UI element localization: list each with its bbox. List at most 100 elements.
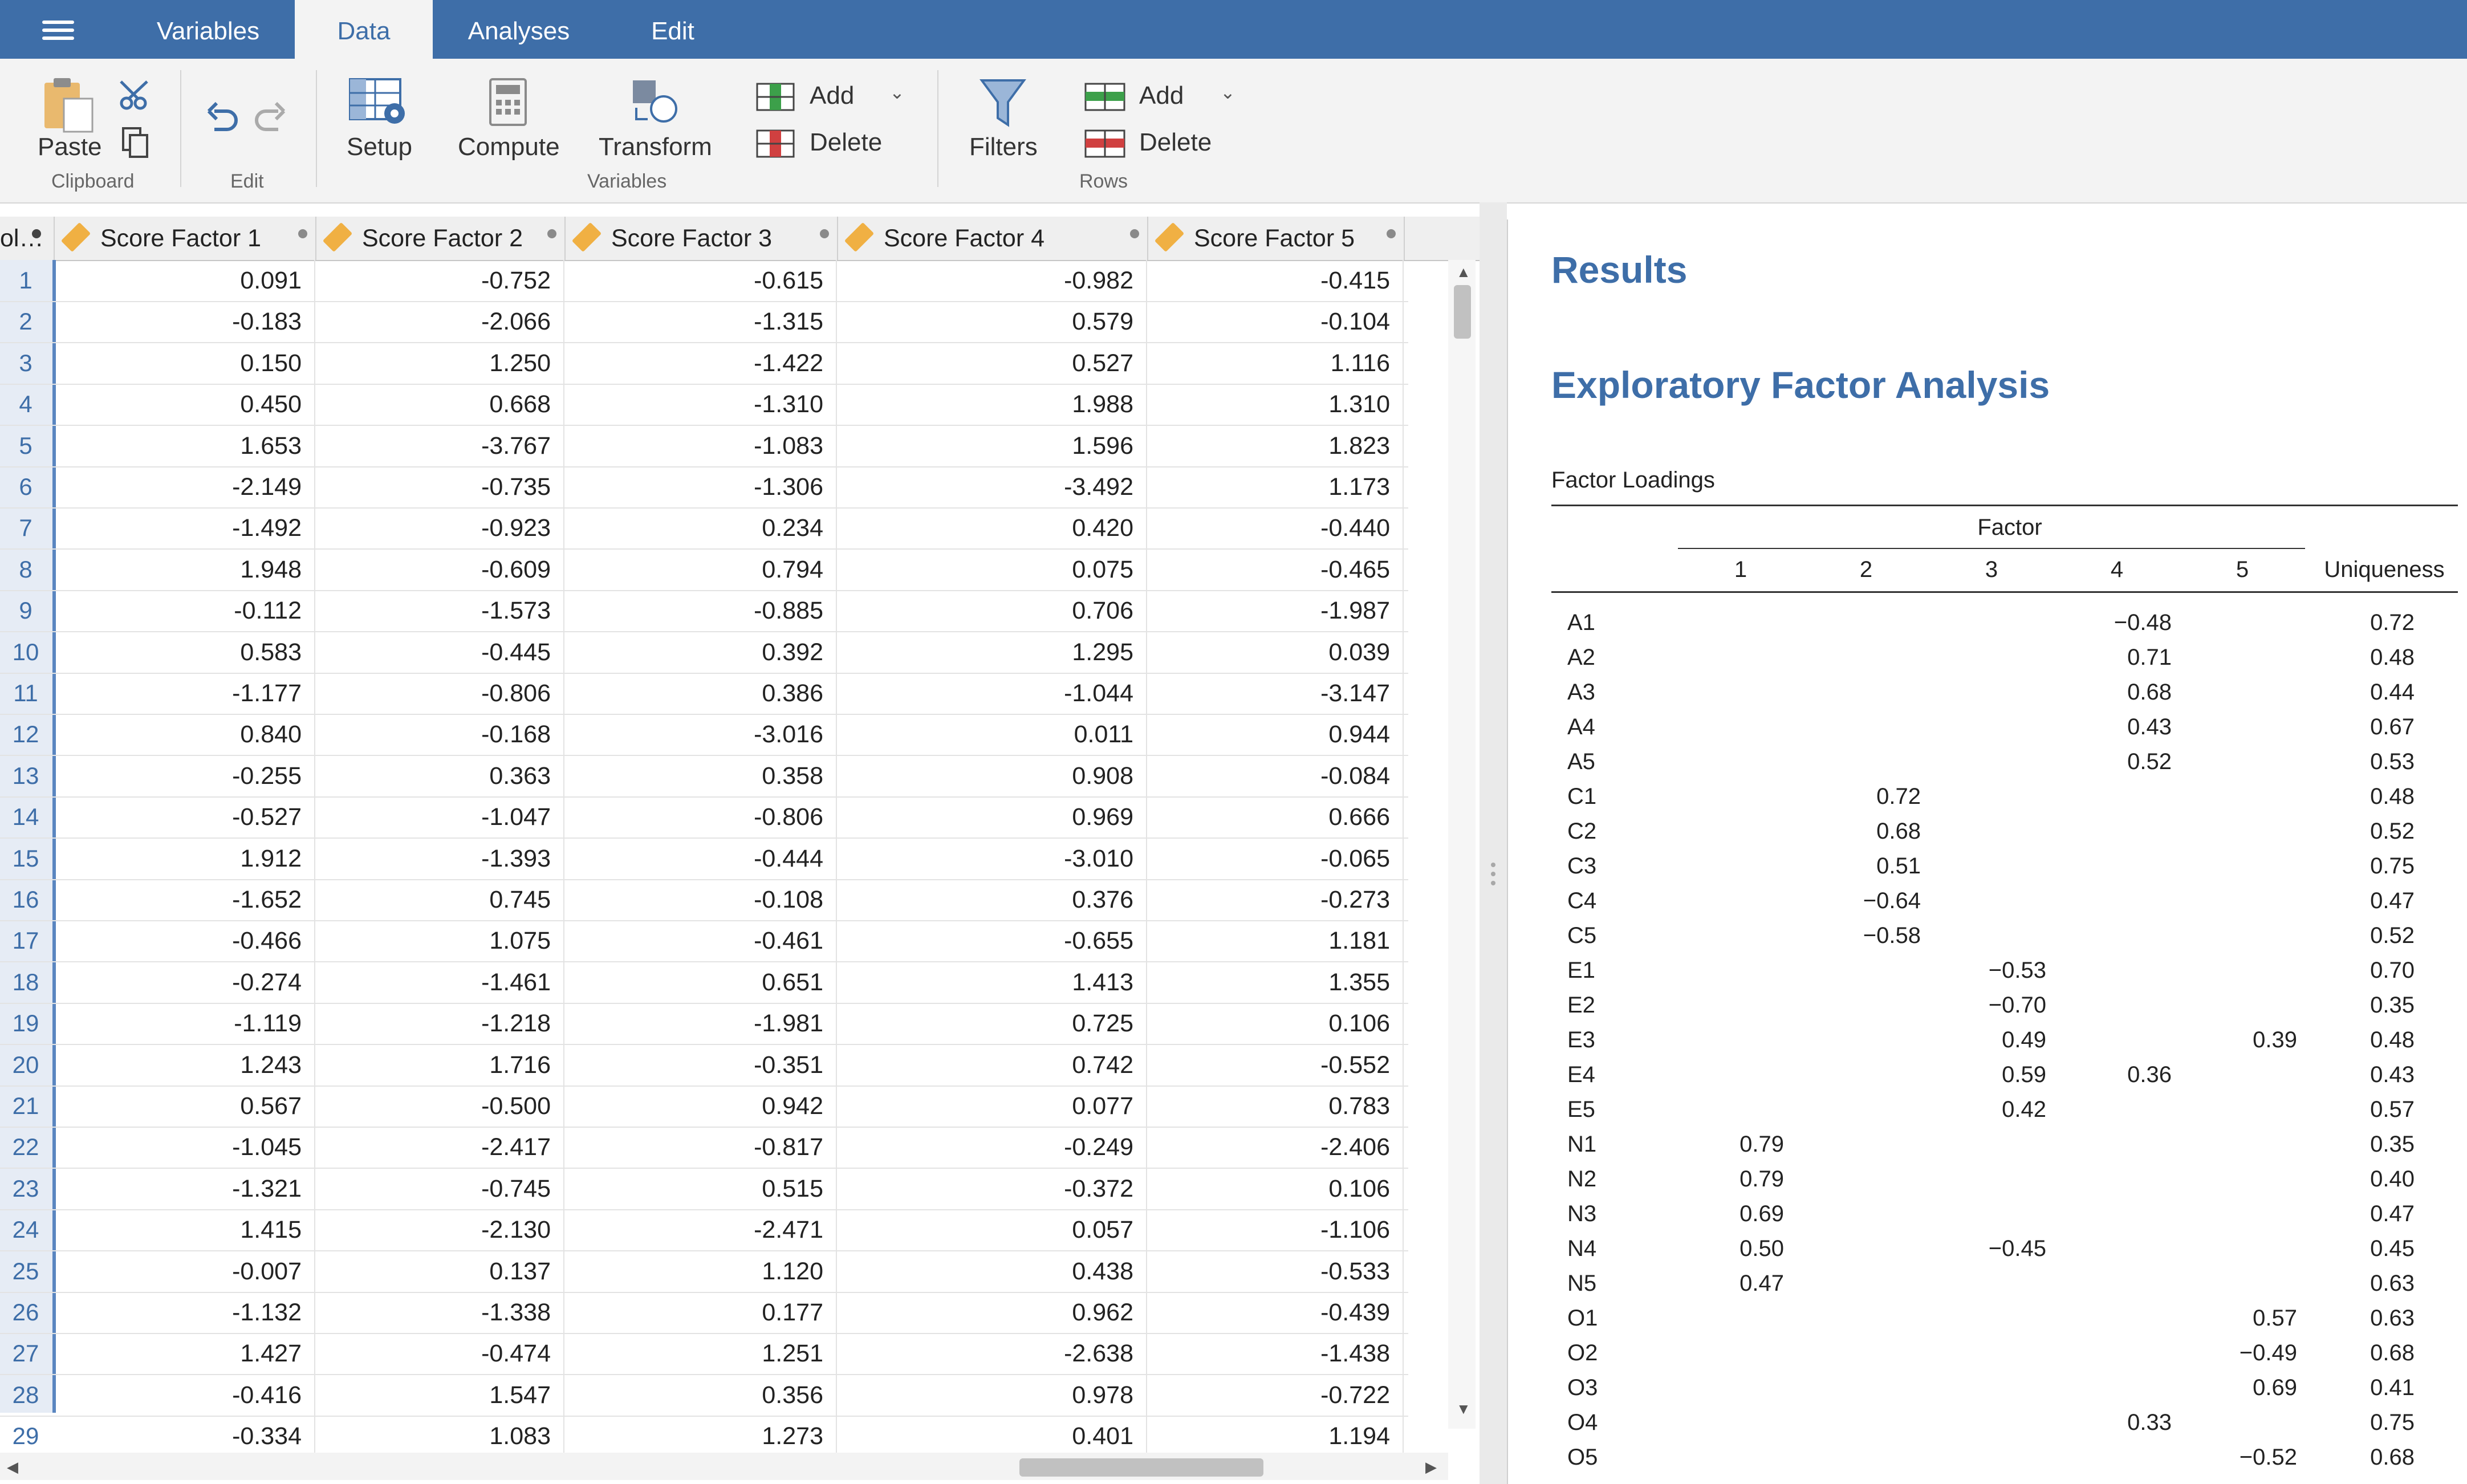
table-cell[interactable]: -1.132 xyxy=(55,1292,315,1333)
table-cell[interactable]: 1.355 xyxy=(1147,961,1404,1003)
table-cell[interactable]: -2.149 xyxy=(55,466,315,507)
table-cell[interactable]: 1.415 xyxy=(55,1209,315,1251)
table-cell[interactable]: 1.413 xyxy=(837,961,1147,1003)
table-cell[interactable]: -0.273 xyxy=(1147,879,1404,920)
table-cell[interactable]: -0.183 xyxy=(55,301,315,343)
tab-data[interactable]: Data xyxy=(295,0,433,59)
table-cell[interactable]: 0.725 xyxy=(837,1003,1147,1044)
row-number[interactable]: 14 xyxy=(0,796,51,837)
table-cell[interactable]: -0.609 xyxy=(315,548,564,590)
table-cell[interactable]: 0.401 xyxy=(837,1416,1147,1457)
table-cell[interactable]: -1.987 xyxy=(1147,590,1404,632)
row-number[interactable]: 3 xyxy=(0,343,51,384)
panel-splitter[interactable] xyxy=(1480,202,1507,1484)
table-cell[interactable]: -2.130 xyxy=(315,1209,564,1251)
table-cell[interactable]: 1.181 xyxy=(1147,920,1404,962)
column-header[interactable]: Score Factor 2 xyxy=(315,217,566,260)
scroll-right-icon[interactable]: ▶ xyxy=(1425,1458,1437,1476)
table-cell[interactable]: 0.091 xyxy=(55,260,315,301)
table-cell[interactable]: 0.794 xyxy=(564,548,837,590)
table-cell[interactable]: -0.655 xyxy=(837,920,1147,962)
add-variable-icon[interactable] xyxy=(756,83,796,115)
table-cell[interactable]: -0.722 xyxy=(1147,1374,1404,1416)
table-cell[interactable]: 0.450 xyxy=(55,384,315,425)
row-number[interactable]: 23 xyxy=(0,1168,51,1209)
table-cell[interactable]: -0.806 xyxy=(564,796,837,838)
row-number[interactable]: 4 xyxy=(0,384,51,425)
table-cell[interactable]: -0.745 xyxy=(315,1168,564,1209)
table-cell[interactable]: 0.438 xyxy=(837,1250,1147,1292)
transform-button[interactable] xyxy=(629,77,681,131)
table-cell[interactable]: -1.315 xyxy=(564,301,837,343)
column-header[interactable]: Score Factor 3 xyxy=(564,217,838,260)
row-number[interactable]: 20 xyxy=(0,1044,51,1085)
table-cell[interactable]: -0.445 xyxy=(315,631,564,673)
vertical-scroll-thumb[interactable] xyxy=(1454,285,1471,339)
setup-button[interactable] xyxy=(349,77,412,131)
table-cell[interactable]: 1.716 xyxy=(315,1044,564,1085)
table-cell[interactable]: 1.273 xyxy=(564,1416,837,1457)
add-row-dropdown-icon[interactable]: ⌄ xyxy=(1220,82,1235,103)
table-cell[interactable]: 0.039 xyxy=(1147,631,1404,673)
table-cell[interactable]: -0.615 xyxy=(564,260,837,301)
delete-variable-label[interactable]: Delete xyxy=(810,128,882,157)
table-cell[interactable]: -0.735 xyxy=(315,466,564,507)
table-cell[interactable]: 0.057 xyxy=(837,1209,1147,1251)
table-cell[interactable]: -1.218 xyxy=(315,1003,564,1044)
scroll-left-icon[interactable]: ◀ xyxy=(7,1458,18,1476)
table-cell[interactable]: -3.767 xyxy=(315,425,564,466)
table-cell[interactable]: -1.981 xyxy=(564,1003,837,1044)
horizontal-scroll-thumb[interactable] xyxy=(1019,1458,1263,1477)
table-cell[interactable]: -0.249 xyxy=(837,1127,1147,1168)
table-cell[interactable]: 0.011 xyxy=(837,714,1147,755)
table-cell[interactable]: -0.351 xyxy=(564,1044,837,1085)
table-cell[interactable]: 0.783 xyxy=(1147,1085,1404,1127)
row-number[interactable]: 29 xyxy=(0,1416,51,1457)
table-cell[interactable]: 0.969 xyxy=(837,796,1147,838)
scroll-up-icon[interactable]: ▲ xyxy=(1456,263,1471,281)
row-number[interactable]: 9 xyxy=(0,590,51,631)
table-cell[interactable]: -0.527 xyxy=(55,796,315,838)
table-cell[interactable]: 1.083 xyxy=(315,1416,564,1457)
table-cell[interactable]: -1.044 xyxy=(837,673,1147,714)
table-cell[interactable]: 1.251 xyxy=(564,1333,837,1375)
table-cell[interactable]: 0.386 xyxy=(564,673,837,714)
table-cell[interactable]: -3.147 xyxy=(1147,673,1404,714)
row-number[interactable]: 7 xyxy=(0,507,51,548)
table-cell[interactable]: 1.243 xyxy=(55,1044,315,1085)
table-cell[interactable]: 1.988 xyxy=(837,384,1147,425)
table-cell[interactable]: -2.066 xyxy=(315,301,564,343)
row-number[interactable]: 15 xyxy=(0,838,51,879)
table-cell[interactable]: -1.047 xyxy=(315,796,564,838)
column-header[interactable]: Score Factor 1 xyxy=(54,217,316,260)
table-cell[interactable]: 1.116 xyxy=(1147,342,1404,384)
table-cell[interactable]: -1.422 xyxy=(564,342,837,384)
table-cell[interactable]: 0.358 xyxy=(564,755,837,796)
row-number[interactable]: 19 xyxy=(0,1003,51,1044)
table-cell[interactable]: -0.274 xyxy=(55,961,315,1003)
table-cell[interactable]: -0.552 xyxy=(1147,1044,1404,1085)
add-variable-label[interactable]: Add xyxy=(810,82,854,110)
table-cell[interactable]: -0.372 xyxy=(837,1168,1147,1209)
table-cell[interactable]: 1.075 xyxy=(315,920,564,962)
table-cell[interactable]: 1.295 xyxy=(837,631,1147,673)
hamburger-menu-icon[interactable] xyxy=(42,21,74,40)
table-cell[interactable]: 0.527 xyxy=(837,342,1147,384)
column-header[interactable]: Score Factor 5 xyxy=(1147,217,1405,260)
table-cell[interactable]: 0.944 xyxy=(1147,714,1404,755)
row-number[interactable]: 10 xyxy=(0,632,51,673)
row-number[interactable]: 2 xyxy=(0,301,51,342)
table-cell[interactable]: 1.120 xyxy=(564,1250,837,1292)
table-cell[interactable]: -0.923 xyxy=(315,507,564,549)
table-cell[interactable]: -0.440 xyxy=(1147,507,1404,549)
table-cell[interactable]: -1.338 xyxy=(315,1292,564,1333)
table-cell[interactable]: 0.962 xyxy=(837,1292,1147,1333)
table-cell[interactable]: -0.255 xyxy=(55,755,315,796)
table-cell[interactable]: -0.806 xyxy=(315,673,564,714)
table-cell[interactable]: 0.515 xyxy=(564,1168,837,1209)
table-cell[interactable]: 0.363 xyxy=(315,755,564,796)
table-cell[interactable]: -0.415 xyxy=(1147,260,1404,301)
table-cell[interactable]: 1.653 xyxy=(55,425,315,466)
table-cell[interactable]: -0.439 xyxy=(1147,1292,1404,1333)
table-cell[interactable]: 0.106 xyxy=(1147,1168,1404,1209)
